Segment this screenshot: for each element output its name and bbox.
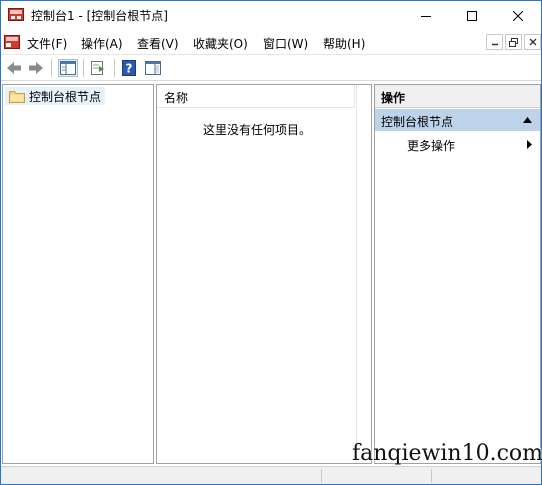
maximize-icon — [467, 10, 477, 21]
action-item-label: 更多操作 — [407, 139, 456, 153]
menu-file[interactable]: 文件(F) — [27, 35, 67, 52]
maximize-button[interactable] — [449, 1, 495, 30]
help-button[interactable]: ? — [119, 59, 139, 77]
collapse-up-icon[interactable] — [523, 117, 532, 123]
menu-bar: 文件(F) 操作(A) 查看(V) 收藏夹(O) 窗口(W) 帮助(H) — [1, 30, 541, 54]
actions-group-label: 控制台根节点 — [381, 115, 454, 129]
back-arrow-icon — [7, 62, 21, 74]
action-more-actions[interactable]: 更多操作 — [375, 133, 540, 155]
minimize-icon — [421, 15, 431, 17]
action-pane-icon — [145, 61, 161, 75]
toolbar-separator — [51, 59, 52, 77]
help-icon: ? — [122, 60, 136, 76]
child-close-button[interactable] — [524, 34, 541, 50]
submenu-arrow-icon — [527, 140, 532, 149]
menu-help[interactable]: 帮助(H) — [323, 35, 365, 52]
toolbar: ? — [1, 54, 541, 81]
actions-group-console-root[interactable]: 控制台根节点 — [375, 109, 540, 131]
toolbar-separator — [114, 59, 115, 77]
empty-list-message: 这里没有任何项目。 — [202, 123, 311, 137]
column-header-name[interactable]: 名称 — [157, 85, 355, 108]
results-pane: 名称 这里没有任何项目。 — [156, 84, 372, 464]
forward-arrow-icon — [29, 62, 43, 74]
folder-icon — [9, 90, 25, 103]
tree-item-label: 控制台根节点 — [29, 89, 102, 104]
child-minimize-button[interactable] — [486, 34, 503, 50]
menu-window[interactable]: 窗口(W) — [263, 35, 308, 52]
status-bar — [1, 466, 541, 484]
child-restore-button[interactable] — [505, 34, 522, 50]
console-tree-icon — [60, 61, 76, 75]
console-tree-pane: 控制台根节点 — [2, 84, 154, 464]
status-separator — [431, 469, 432, 483]
title-bar[interactable]: 控制台1 - [控制台根节点] — [1, 1, 541, 30]
minimize-button[interactable] — [403, 1, 449, 30]
close-icon — [513, 10, 523, 21]
show-hide-action-pane-button[interactable] — [143, 59, 163, 77]
results-scroll-area — [356, 85, 371, 463]
watermark-text: fanqiewin10.com — [352, 441, 542, 466]
restore-icon — [509, 37, 518, 47]
actions-pane: 操作 控制台根节点 更多操作 — [374, 84, 541, 464]
mmc-app-icon[interactable] — [8, 7, 25, 22]
toolbar-separator — [83, 59, 84, 77]
menu-favorites[interactable]: 收藏夹(O) — [193, 35, 248, 52]
window-title: 控制台1 - [控制台根节点] — [31, 9, 168, 23]
close-icon — [529, 38, 536, 46]
forward-button[interactable] — [26, 59, 46, 77]
back-button[interactable] — [4, 59, 24, 77]
export-list-button[interactable] — [89, 59, 109, 77]
svg-text:?: ? — [126, 62, 133, 76]
document-window-icon[interactable] — [4, 35, 20, 49]
tree-item-console-root[interactable]: 控制台根节点 — [5, 87, 106, 105]
menu-action[interactable]: 操作(A) — [81, 35, 123, 52]
menu-view[interactable]: 查看(V) — [137, 35, 179, 52]
mmc-window: 控制台1 - [控制台根节点] 文件(F) 操作(A) 查看(V) 收藏夹(O)… — [0, 0, 542, 485]
show-hide-console-tree-button[interactable] — [58, 59, 78, 77]
status-separator — [321, 469, 322, 483]
close-button[interactable] — [495, 1, 541, 30]
actions-header: 操作 — [375, 85, 540, 108]
minimize-icon — [491, 43, 498, 46]
export-list-icon — [91, 61, 104, 75]
column-header-label: 名称 — [164, 91, 189, 105]
